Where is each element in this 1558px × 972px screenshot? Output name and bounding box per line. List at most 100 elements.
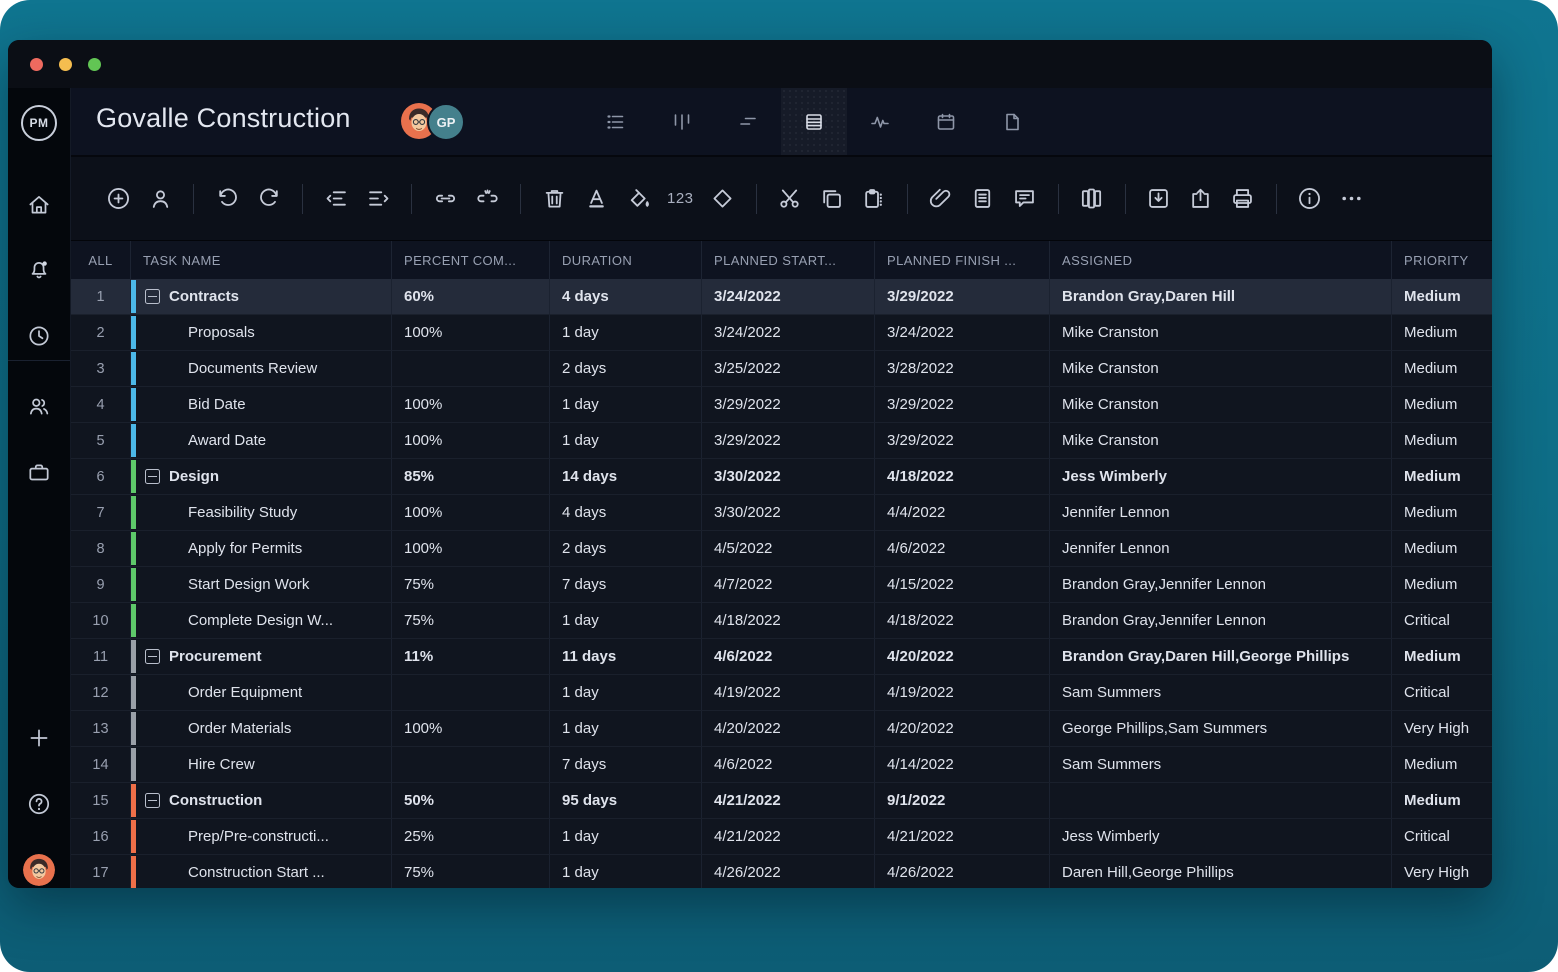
cell-planned-finish[interactable]: 3/29/2022 [875,423,1050,458]
notifications-icon[interactable] [26,256,52,282]
import-icon[interactable] [1144,184,1174,214]
cell-task-name[interactable]: Proposals [131,315,392,350]
cell-duration[interactable]: 4 days [550,495,702,530]
help-icon[interactable] [26,791,52,817]
cell-priority[interactable]: Medium [1392,531,1492,566]
row-number[interactable]: 8 [71,531,131,566]
cell-planned-start[interactable]: 4/18/2022 [702,603,875,638]
cell-task-name[interactable]: Order Equipment [131,675,392,710]
number-format-icon[interactable]: 123 [665,184,696,214]
cell-planned-start[interactable]: 4/6/2022 [702,639,875,674]
add-task-icon[interactable] [103,184,133,214]
cell-priority[interactable]: Critical [1392,603,1492,638]
cell-planned-start[interactable]: 3/25/2022 [702,351,875,386]
cell-assigned[interactable]: Mike Cranston [1050,315,1392,350]
cell-task-name[interactable]: Award Date [131,423,392,458]
cell-duration[interactable]: 2 days [550,531,702,566]
cell-priority[interactable]: Medium [1392,639,1492,674]
unlink-tasks-icon[interactable] [472,184,502,214]
cell-percent-complete[interactable]: 75% [392,567,550,602]
cell-priority[interactable]: Critical [1392,819,1492,854]
view-tab-calendar-view[interactable] [913,88,979,155]
cell-task-name[interactable]: Start Design Work [131,567,392,602]
member-avatar-gp[interactable]: GP [427,103,465,141]
column-header[interactable]: DURATION [550,241,702,279]
collapse-toggle-icon[interactable] [145,793,160,808]
cell-planned-finish[interactable]: 4/20/2022 [875,711,1050,746]
row-number[interactable]: 9 [71,567,131,602]
cell-assigned[interactable]: Sam Summers [1050,675,1392,710]
cell-planned-finish[interactable]: 4/14/2022 [875,747,1050,782]
cell-planned-finish[interactable]: 4/21/2022 [875,819,1050,854]
row-number[interactable]: 16 [71,819,131,854]
text-color-icon[interactable] [581,184,611,214]
cell-assigned[interactable]: Mike Cranston [1050,423,1392,458]
cell-planned-start[interactable]: 3/29/2022 [702,423,875,458]
cell-duration[interactable]: 1 day [550,315,702,350]
cell-planned-start[interactable]: 3/29/2022 [702,387,875,422]
cell-task-name[interactable]: Construction [131,783,392,818]
cell-planned-start[interactable]: 4/21/2022 [702,819,875,854]
table-row[interactable]: 16Prep/Pre-constructi...25%1 day4/21/202… [71,819,1492,855]
column-header[interactable]: PLANNED START... [702,241,875,279]
column-header[interactable]: TASK NAME [131,241,392,279]
cell-assigned[interactable]: Jess Wimberly [1050,459,1392,494]
cell-assigned[interactable]: Sam Summers [1050,747,1392,782]
cell-planned-finish[interactable]: 4/20/2022 [875,639,1050,674]
table-row[interactable]: 14Hire Crew7 days4/6/20224/14/2022Sam Su… [71,747,1492,783]
cell-assigned[interactable]: Jess Wimberly [1050,819,1392,854]
row-number[interactable]: 6 [71,459,131,494]
cell-duration[interactable]: 4 days [550,279,702,314]
table-row[interactable]: 4Bid Date100%1 day3/29/20223/29/2022Mike… [71,387,1492,423]
table-row[interactable]: 7Feasibility Study100%4 days3/30/20224/4… [71,495,1492,531]
cell-task-name[interactable]: Order Materials [131,711,392,746]
cell-percent-complete[interactable] [392,351,550,386]
cell-percent-complete[interactable]: 100% [392,423,550,458]
assign-user-icon[interactable] [145,184,175,214]
cell-priority[interactable]: Critical [1392,675,1492,710]
cell-duration[interactable]: 1 day [550,387,702,422]
cell-planned-start[interactable]: 4/21/2022 [702,783,875,818]
table-row[interactable]: 17Construction Start ...75%1 day4/26/202… [71,855,1492,888]
cell-priority[interactable]: Medium [1392,423,1492,458]
cell-duration[interactable]: 1 day [550,603,702,638]
cell-planned-finish[interactable]: 4/18/2022 [875,459,1050,494]
cell-priority[interactable]: Medium [1392,315,1492,350]
cell-planned-finish[interactable]: 4/6/2022 [875,531,1050,566]
cell-percent-complete[interactable] [392,675,550,710]
add-icon[interactable] [26,725,52,751]
cell-percent-complete[interactable]: 75% [392,603,550,638]
info-icon[interactable] [1295,184,1325,214]
row-number[interactable]: 14 [71,747,131,782]
table-row[interactable]: 15Construction50%95 days4/21/20229/1/202… [71,783,1492,819]
cell-task-name[interactable]: Prep/Pre-constructi... [131,819,392,854]
cell-assigned[interactable]: Daren Hill,George Phillips [1050,855,1392,888]
close-window-button[interactable] [30,58,43,71]
cell-planned-start[interactable]: 3/30/2022 [702,459,875,494]
table-row[interactable]: 5Award Date100%1 day3/29/20223/29/2022Mi… [71,423,1492,459]
columns-icon[interactable] [1077,184,1107,214]
cell-task-name[interactable]: Bid Date [131,387,392,422]
cell-percent-complete[interactable]: 100% [392,531,550,566]
row-number[interactable]: 12 [71,675,131,710]
cell-planned-finish[interactable]: 4/4/2022 [875,495,1050,530]
zoom-window-button[interactable] [88,58,101,71]
cell-assigned[interactable]: Brandon Gray,Jennifer Lennon [1050,603,1392,638]
table-row[interactable]: 6Design85%14 days3/30/20224/18/2022Jess … [71,459,1492,495]
row-number[interactable]: 15 [71,783,131,818]
copy-icon[interactable] [817,184,847,214]
cell-assigned[interactable] [1050,783,1392,818]
cell-planned-finish[interactable]: 4/19/2022 [875,675,1050,710]
row-number[interactable]: 17 [71,855,131,888]
row-number[interactable]: 10 [71,603,131,638]
history-icon[interactable] [26,323,52,349]
cell-planned-finish[interactable]: 4/15/2022 [875,567,1050,602]
row-number[interactable]: 5 [71,423,131,458]
cell-duration[interactable]: 1 day [550,675,702,710]
comment-icon[interactable] [1010,184,1040,214]
cell-duration[interactable]: 1 day [550,423,702,458]
cell-priority[interactable]: Medium [1392,279,1492,314]
cell-task-name[interactable]: Feasibility Study [131,495,392,530]
cell-percent-complete[interactable]: 100% [392,495,550,530]
collapse-toggle-icon[interactable] [145,649,160,664]
